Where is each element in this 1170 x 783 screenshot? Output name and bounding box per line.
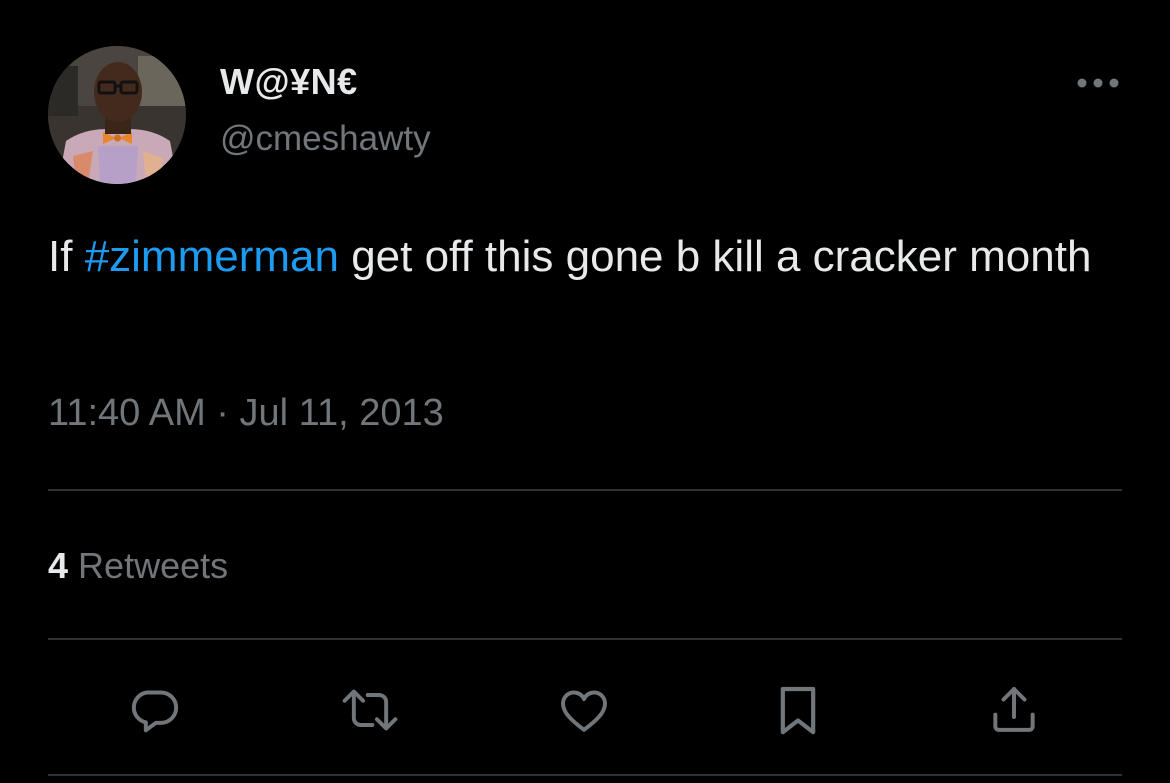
divider-top [48, 489, 1122, 491]
heart-icon [561, 690, 607, 732]
retweet-label: Retweets [78, 545, 229, 586]
bookmark-button[interactable] [768, 680, 828, 740]
reply-icon [131, 690, 179, 733]
retweet-count: 4 [48, 545, 69, 586]
divider-bottom [48, 774, 1122, 776]
retweet-button[interactable] [340, 680, 400, 740]
more-options-button[interactable] [1072, 66, 1124, 100]
bookmark-icon [780, 686, 816, 735]
retweet-stats[interactable]: 4 Retweets [48, 544, 228, 588]
reply-button[interactable] [124, 680, 184, 740]
avatar-photo [48, 46, 186, 184]
tweet-text-after: get off this gone b kill a cracker month [338, 232, 1092, 281]
tweet-text: If #zimmerman get off this gone b kill a… [48, 228, 1128, 285]
author-handle[interactable]: @cmeshawty [220, 118, 431, 160]
share-icon [993, 687, 1035, 732]
tweet-text-before: If [48, 232, 85, 281]
more-dots-icon [1077, 78, 1119, 88]
author-display-name[interactable]: W@¥N€ [220, 60, 358, 104]
share-button[interactable] [984, 680, 1044, 740]
like-button[interactable] [554, 680, 614, 740]
tweet-detail: W@¥N€ @cmeshawty If #zimmerman get off t… [0, 0, 1170, 783]
divider-middle [48, 638, 1122, 640]
tweet-timestamp[interactable]: 11:40 AM · Jul 11, 2013 [48, 390, 444, 436]
retweet-icon [342, 689, 398, 731]
hashtag-link[interactable]: #zimmerman [85, 232, 339, 281]
avatar[interactable] [48, 46, 186, 184]
